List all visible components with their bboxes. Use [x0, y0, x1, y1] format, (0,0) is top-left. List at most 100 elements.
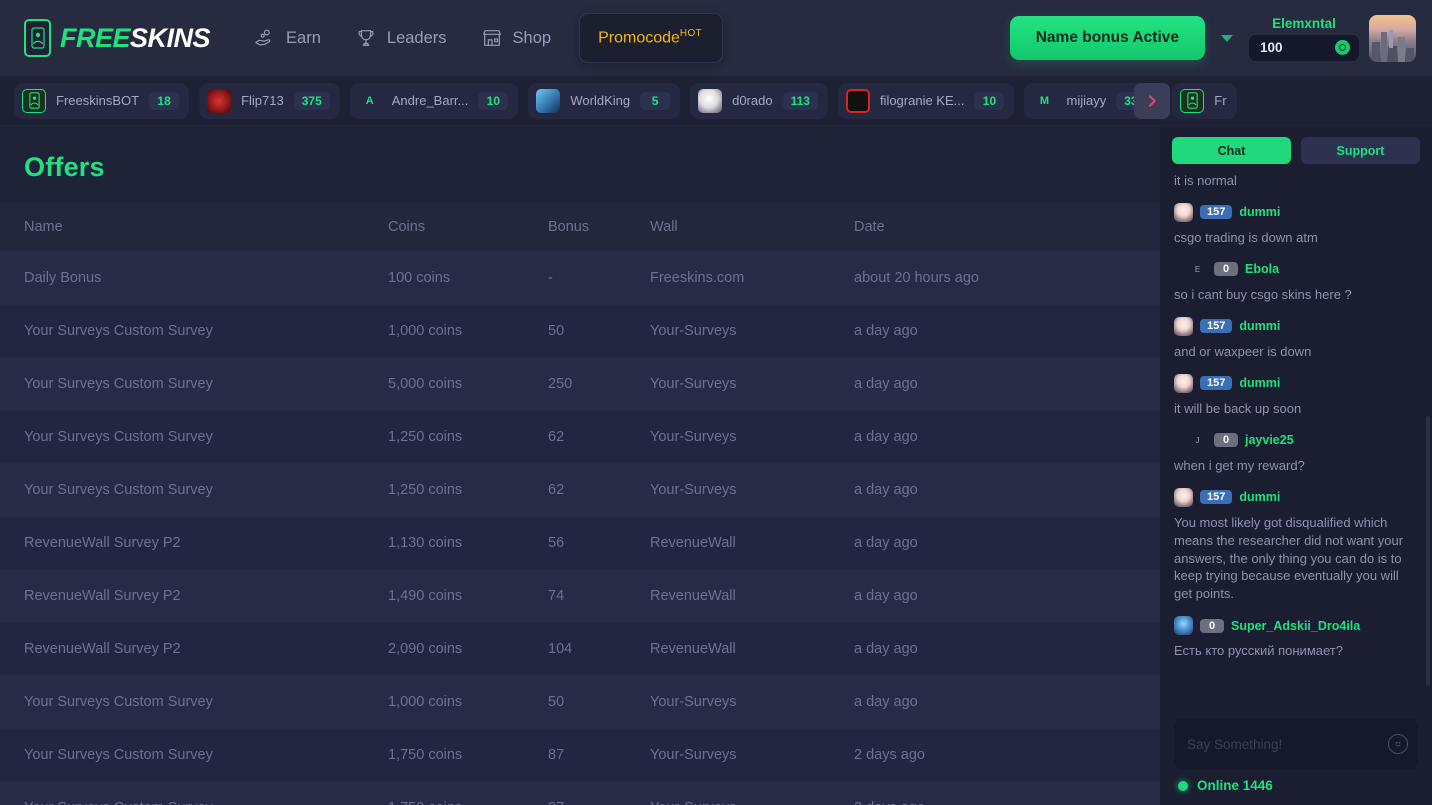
- chat-username[interactable]: dummi: [1239, 319, 1280, 333]
- cell-bonus: 62: [548, 463, 650, 517]
- cell-date: a day ago: [854, 622, 1160, 676]
- table-row[interactable]: Daily Bonus 100 coins - Freeskins.com about …: [0, 251, 1160, 305]
- table-row[interactable]: RevenueWall Survey P2 2,090 coins 104 Reven…: [0, 622, 1160, 676]
- chat-username[interactable]: Ebola: [1245, 262, 1279, 276]
- offers-table-head: Name Coins Bonus Wall Date: [0, 203, 1160, 252]
- table-row[interactable]: Your Surveys Custom Survey1,750 coins87Y…: [0, 781, 1160, 805]
- cell-date: 2 days ago: [854, 781, 1160, 805]
- cell-date: a day ago: [854, 410, 1160, 464]
- ticker-item[interactable]: FreeskinsBOT 18: [14, 82, 190, 119]
- promocode-label: Promocode: [598, 29, 680, 47]
- ticker-username: mijiayy: [1066, 93, 1107, 108]
- ticker-item[interactable]: filogranie KE... 10: [837, 82, 1015, 119]
- name-bonus-active-button[interactable]: Name bonus Active: [1009, 16, 1205, 60]
- avatar[interactable]: [1369, 14, 1416, 62]
- logo[interactable]: FREESKINS: [24, 19, 211, 57]
- cell-wall: RevenueWall: [650, 516, 854, 570]
- chat-avatar: J: [1195, 435, 1200, 445]
- ticker-count: 113: [782, 91, 818, 110]
- app-root: FREESKINS Earn Leaders Shop PromocodeHOT…: [0, 0, 1432, 805]
- table-header-row: Name Coins Bonus Wall Date: [0, 203, 1160, 252]
- smiley-icon[interactable]: [1388, 734, 1408, 754]
- cell-name: Your Surveys Custom Survey: [0, 410, 388, 464]
- tab-chat[interactable]: Chat: [1172, 137, 1291, 164]
- cell-date: a day ago: [854, 463, 1160, 517]
- chat-message-text: it is normal: [1174, 173, 1237, 188]
- ticker-username: Flip713: [241, 93, 284, 108]
- table-row[interactable]: Your Surveys Custom Survey 1,250 coins 62 Y…: [0, 463, 1160, 517]
- chat-avatar: [1174, 616, 1193, 636]
- ticker-next-button[interactable]: [1134, 83, 1170, 119]
- column-header-date[interactable]: Date: [854, 203, 1160, 252]
- ticker-count: 18: [149, 91, 180, 110]
- chat-message-list[interactable]: it is normal 157 dummi csgo trading is down…: [1160, 172, 1432, 711]
- ticker-item[interactable]: Fr: [1172, 82, 1237, 119]
- chat-username[interactable]: Super_Adskii_Dro4ila: [1231, 619, 1360, 633]
- chat-message-header: 0 Super_Adskii_Dro4ila: [1174, 616, 1418, 636]
- nav-item-shop[interactable]: Shop: [481, 27, 551, 49]
- chat-level-badge: 0: [1214, 262, 1238, 277]
- chat-message-header: 157 dummi: [1174, 316, 1418, 336]
- tab-support[interactable]: Support: [1301, 137, 1420, 164]
- cell-name: RevenueWall Survey P2: [0, 516, 388, 570]
- chat-input[interactable]: [1187, 736, 1388, 752]
- cell-bonus: 62: [548, 410, 650, 464]
- nav-label-earn: Earn: [286, 28, 321, 47]
- phone-skins-icon: [24, 19, 51, 57]
- table-row[interactable]: Your Surveys Custom Survey 1,000 coins 50 Y…: [0, 675, 1160, 729]
- cell-wall: Your-Surveys: [650, 781, 854, 805]
- cell-wall: Your-Surveys: [650, 728, 854, 782]
- cell-coins: 100 coins: [388, 251, 548, 305]
- ticker-avatar: M: [1039, 94, 1050, 107]
- chat-level-badge: 0: [1214, 433, 1238, 448]
- chat-username[interactable]: dummi: [1239, 205, 1280, 219]
- cell-wall: Your-Surveys: [650, 463, 854, 517]
- ticker-item[interactable]: d0rado 113: [690, 82, 828, 119]
- table-row[interactable]: RevenueWall Survey P2 1,130 coins 56 Revenu…: [0, 516, 1160, 570]
- user-block: Elemxntal 100: [1249, 16, 1359, 61]
- column-header-name[interactable]: Name: [0, 203, 388, 252]
- promocode-button[interactable]: PromocodeHOT: [579, 13, 723, 63]
- table-row[interactable]: Your Surveys Custom Survey1,750 coins87Y…: [0, 728, 1160, 782]
- column-header-wall[interactable]: Wall: [650, 203, 854, 252]
- ticker-avatar: [698, 88, 723, 113]
- table-row[interactable]: RevenueWall Survey P2 1,490 coins 74 Revenu…: [0, 569, 1160, 623]
- chat-message-header: 157 dummi: [1174, 202, 1418, 222]
- table-row[interactable]: Your Surveys Custom Survey 1,250 coins 62 Y…: [0, 410, 1160, 464]
- cell-coins: 1,750 coins: [388, 781, 548, 805]
- balance-amount: 100: [1260, 40, 1283, 55]
- chat-username[interactable]: dummi: [1239, 376, 1280, 390]
- chat-level-badge: 157: [1200, 490, 1233, 505]
- chat-scrollbar[interactable]: [1426, 416, 1430, 686]
- ticker-avatar: [207, 88, 232, 113]
- balance-display[interactable]: 100: [1249, 34, 1359, 61]
- table-row[interactable]: Your Surveys Custom Survey 5,000 coins 250…: [0, 357, 1160, 411]
- nav-item-earn[interactable]: Earn: [254, 27, 321, 49]
- cell-coins: 1,130 coins: [388, 516, 548, 570]
- ticker-item[interactable]: Flip713 375: [199, 82, 340, 119]
- column-header-coins[interactable]: Coins: [388, 203, 548, 252]
- cell-wall: Your-Surveys: [650, 410, 854, 464]
- cell-coins: 2,090 coins: [388, 622, 548, 676]
- ticker-item[interactable]: WorldKing 5: [528, 82, 681, 119]
- column-header-bonus[interactable]: Bonus: [548, 203, 650, 252]
- main-nav: Earn Leaders Shop: [254, 27, 551, 49]
- cell-bonus: 50: [548, 675, 650, 729]
- cell-coins: 1,000 coins: [388, 304, 548, 358]
- chat-username[interactable]: jayvie25: [1245, 433, 1294, 447]
- chevron-down-icon[interactable]: [1205, 34, 1249, 42]
- chat-avatar: [1174, 373, 1193, 393]
- chat-message: 0 Super_Adskii_Dro4ila Есть кто русский по…: [1174, 616, 1418, 660]
- cell-coins: 1,490 coins: [388, 569, 548, 623]
- ticker-item[interactable]: A Andre_Barr... 10: [349, 82, 519, 119]
- cell-date: a day ago: [854, 675, 1160, 729]
- chat-username[interactable]: dummi: [1239, 490, 1280, 504]
- ticker-avatar: A: [365, 94, 374, 107]
- chat-input-wrapper: [1174, 719, 1418, 769]
- promocode-hot-badge: HOT: [679, 28, 702, 40]
- nav-item-leaders[interactable]: Leaders: [355, 27, 447, 49]
- ticker-avatar: [22, 88, 46, 113]
- table-row[interactable]: Your Surveys Custom Survey 1,000 coins 50 Y…: [0, 304, 1160, 358]
- chat-level-badge: 157: [1200, 376, 1233, 391]
- chat-message-text: it will be back up soon: [1174, 400, 1302, 416]
